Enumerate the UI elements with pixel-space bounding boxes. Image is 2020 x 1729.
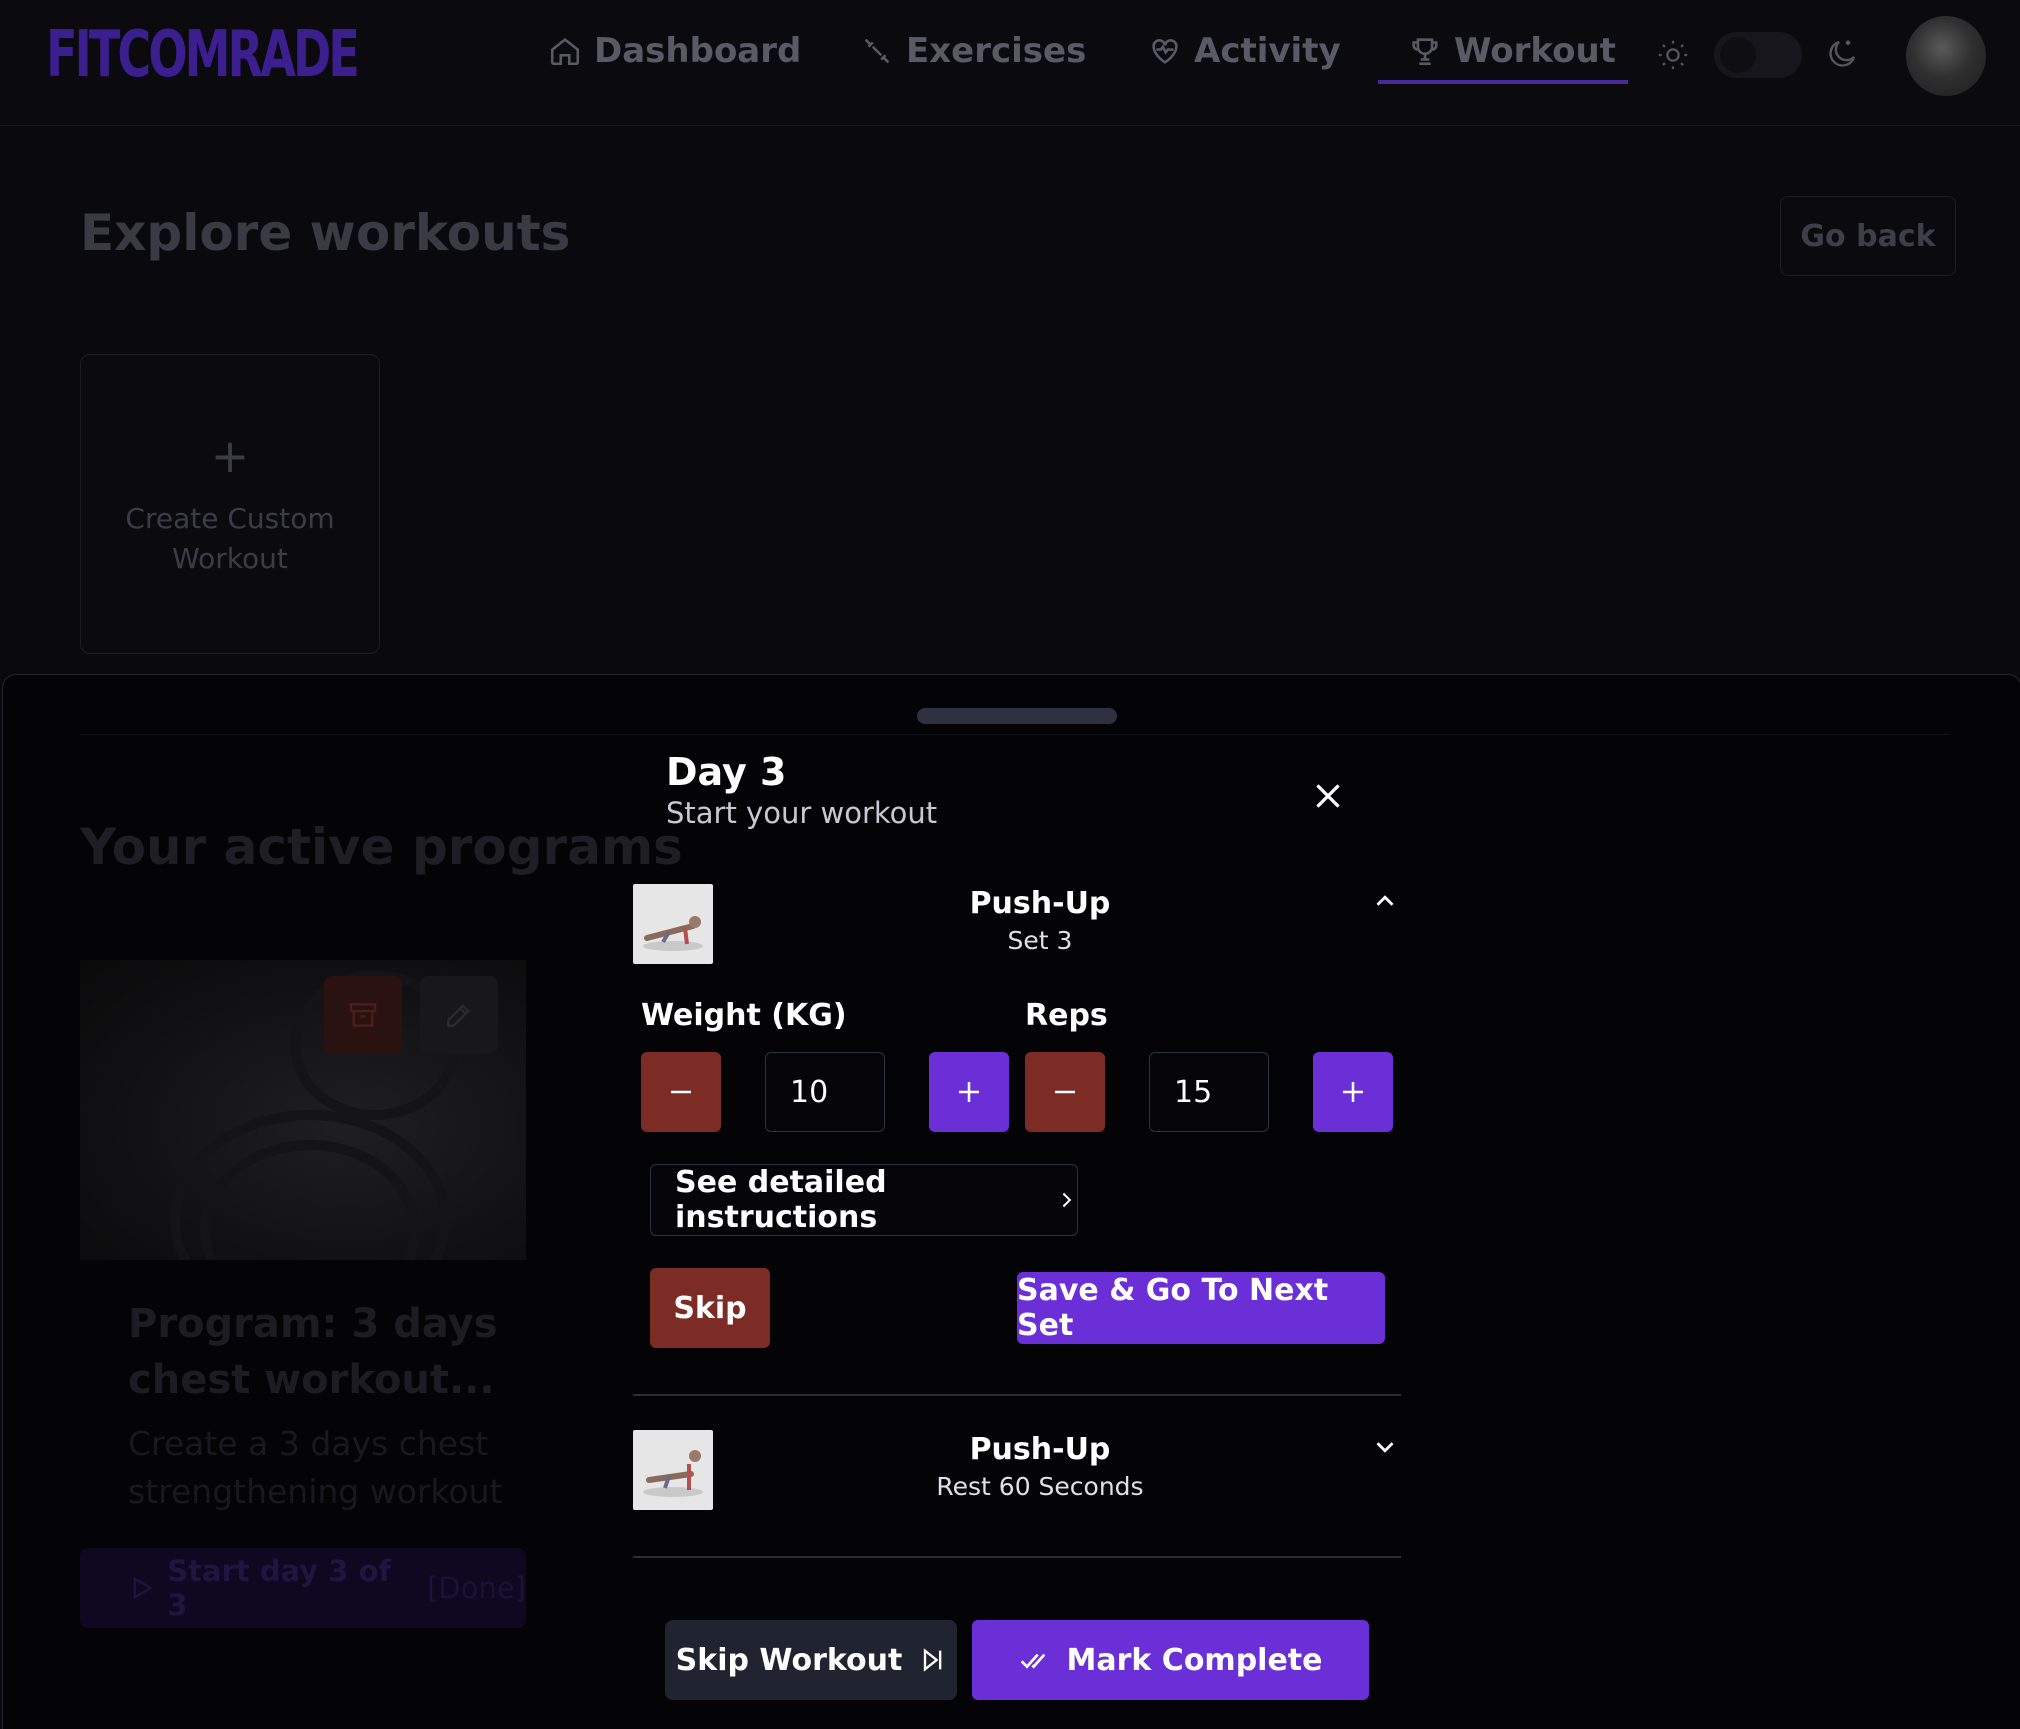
top-navbar: FITCOMRADE Dashboard Exercises Activity … [0, 0, 2020, 126]
dumbbell-icon [864, 38, 890, 64]
heart-pulse-icon [1152, 39, 1178, 64]
drawer-subtitle: Start your workout [666, 796, 938, 830]
nav-item-workout[interactable]: Workout [1408, 26, 1616, 76]
exercise-thumbnail [633, 1430, 713, 1510]
edit-program-button[interactable] [420, 976, 498, 1054]
reps-increment-button[interactable] [1313, 1052, 1393, 1132]
weight-increment-button[interactable] [929, 1052, 1009, 1132]
plus-icon [1343, 1082, 1363, 1102]
reps-decrement-button[interactable] [1025, 1052, 1105, 1132]
chevron-right-icon [1062, 1192, 1072, 1208]
instructions-label: See detailed instructions [675, 1165, 887, 1235]
exercise-divider [633, 1556, 1401, 1558]
exercise-set-label: Set 3 [1007, 926, 1073, 955]
skip-forward-icon [924, 1648, 942, 1672]
minus-icon [671, 1090, 691, 1094]
minus-icon [1055, 1090, 1075, 1094]
moon-icon [1829, 40, 1856, 67]
sun-icon [1658, 40, 1688, 70]
weight-input[interactable]: 10 [765, 1052, 885, 1132]
chevron-up-icon[interactable] [1370, 886, 1400, 916]
exercise-thumbnail [633, 884, 713, 964]
program-description: Create a 3 days chest strengthening work… [128, 1424, 503, 1511]
sheet-drag-handle[interactable] [917, 708, 1117, 724]
exercise-divider [633, 1394, 1401, 1396]
exercise-rest-label: Rest 60 Seconds [936, 1472, 1144, 1501]
close-icon[interactable] [1310, 778, 1346, 814]
nav-item-exercises[interactable]: Exercises [860, 26, 1086, 76]
skip-workout-button[interactable]: Skip Workout [665, 1620, 957, 1700]
drawer-title: Day 3 [666, 750, 787, 794]
skip-workout-label: Skip Workout [675, 1642, 903, 1678]
plus-icon: + [210, 429, 250, 483]
active-programs-title: Your active programs [80, 818, 683, 876]
archive-program-button[interactable] [324, 976, 402, 1054]
nav-item-activity[interactable]: Activity [1148, 26, 1341, 76]
create-custom-workout-card[interactable]: + Create Custom Workout [80, 354, 380, 654]
reps-label: Reps [1025, 998, 1108, 1033]
edit-icon [447, 1003, 471, 1027]
program-image [80, 960, 526, 1260]
archive-icon [349, 1003, 377, 1027]
brand-logo[interactable]: FITCOMRADE [46, 18, 360, 92]
go-back-button[interactable]: Go back [1780, 196, 1956, 276]
nav-label: Dashboard [594, 31, 802, 71]
user-avatar[interactable] [1906, 16, 1986, 96]
start-day-label: Start day 3 of 3 [167, 1554, 392, 1622]
play-icon [133, 1576, 154, 1600]
double-check-icon [1020, 1653, 1045, 1669]
nav-label: Activity [1194, 31, 1341, 71]
mark-complete-button[interactable]: Mark Complete [972, 1620, 1369, 1700]
plus-icon [959, 1082, 979, 1102]
start-day-status: [Done] [427, 1571, 526, 1605]
home-icon [550, 38, 580, 66]
exercise-name: Push-Up [969, 886, 1111, 921]
nav-item-dashboard[interactable]: Dashboard [548, 26, 801, 76]
mark-complete-label: Mark Complete [1066, 1642, 1323, 1678]
exercise-name: Push-Up [969, 1432, 1111, 1467]
detailed-instructions-button[interactable]: See detailed instructions [650, 1164, 1078, 1236]
active-nav-indicator [1378, 80, 1628, 84]
sheet-divider [80, 734, 1950, 735]
toggle-knob [1720, 37, 1756, 73]
weight-decrement-button[interactable] [641, 1052, 721, 1132]
theme-toggle[interactable] [1714, 32, 1802, 78]
nav-label: Exercises [906, 31, 1087, 71]
reps-input[interactable]: 15 [1149, 1052, 1269, 1132]
program-title: Program: 3 days chest workout... [128, 1301, 498, 1403]
nav-label: Workout [1454, 31, 1616, 71]
start-day-button[interactable]: Start day 3 of 3 [Done] [80, 1548, 526, 1628]
create-custom-workout-label: Create Custom Workout [125, 502, 335, 575]
page-title: Explore workouts [80, 204, 571, 262]
skip-set-button[interactable]: Skip [650, 1268, 770, 1348]
chevron-down-icon[interactable] [1370, 1432, 1400, 1462]
weight-label: Weight (KG) [641, 998, 847, 1033]
save-next-set-button[interactable]: Save & Go To Next Set [1017, 1272, 1385, 1344]
trophy-icon [1412, 38, 1438, 66]
